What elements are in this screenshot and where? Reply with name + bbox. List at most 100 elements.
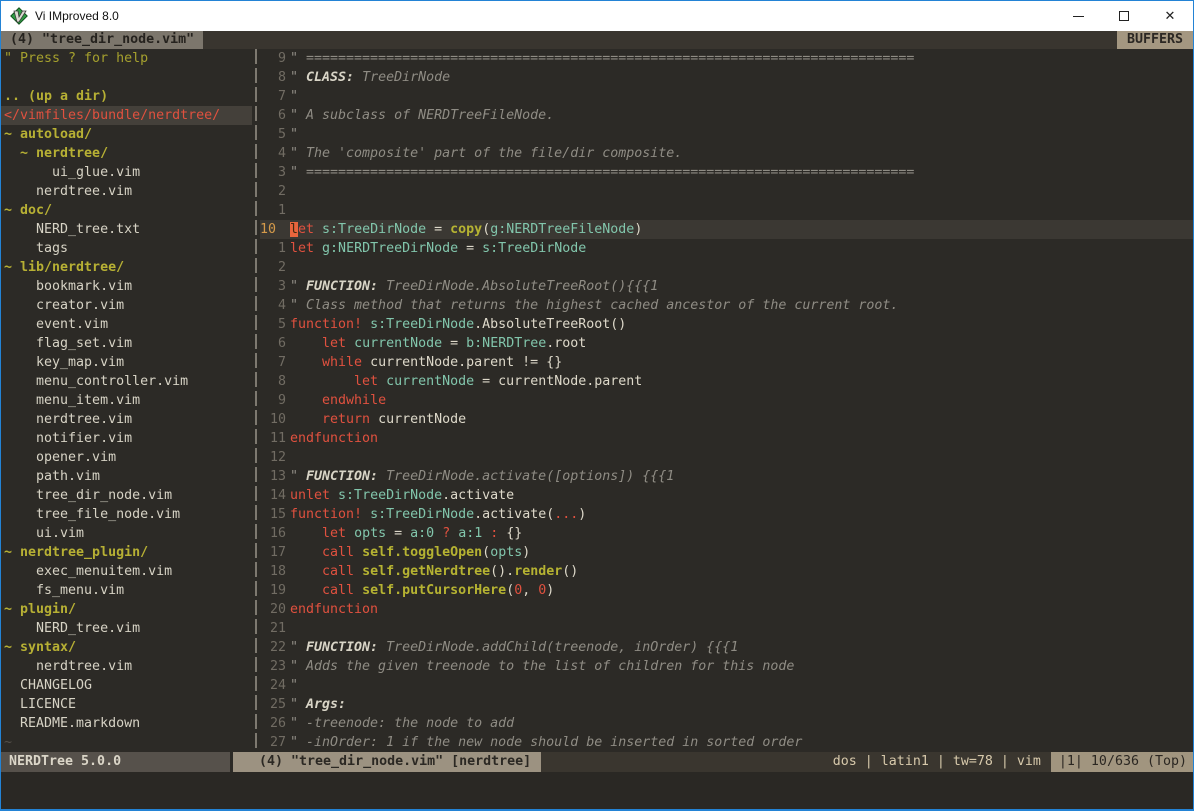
code-line[interactable]: 5function! s:TreeDirNode.AbsoluteTreeRoo… <box>260 315 1193 334</box>
code-line[interactable]: 11endfunction <box>260 429 1193 448</box>
code-line[interactable]: 9 endwhile <box>260 391 1193 410</box>
line-text: endwhile <box>290 391 1193 410</box>
line-number: 4 <box>260 144 286 163</box>
tree-item[interactable]: nerdtree.vim <box>4 182 252 201</box>
tree-item[interactable]: event.vim <box>4 315 252 334</box>
tree-item[interactable]: </vimfiles/bundle/nerdtree/ <box>1 106 252 125</box>
tree-item[interactable]: nerdtree.vim <box>4 657 252 676</box>
line-text <box>290 201 1193 220</box>
code-line[interactable]: 3" FUNCTION: TreeDirNode.AbsoluteTreeRoo… <box>260 277 1193 296</box>
line-text <box>290 258 1193 277</box>
tree-item[interactable]: tree_dir_node.vim <box>4 486 252 505</box>
code-line[interactable]: 4" The 'composite' part of the file/dir … <box>260 144 1193 163</box>
code-line[interactable]: 17 call self.toggleOpen(opts) <box>260 543 1193 562</box>
code-line[interactable]: 7" <box>260 87 1193 106</box>
line-number: 18 <box>260 562 286 581</box>
line-text: " FUNCTION: TreeDirNode.activate([option… <box>290 467 1193 486</box>
tree-item[interactable]: nerdtree.vim <box>4 410 252 429</box>
line-text: function! s:TreeDirNode.AbsoluteTreeRoot… <box>290 315 1193 334</box>
tree-item[interactable]: ui.vim <box>4 524 252 543</box>
line-number: 4 <box>260 296 286 315</box>
line-number: 5 <box>260 315 286 334</box>
close-button[interactable]: ✕ <box>1147 1 1193 31</box>
line-text: call self.toggleOpen(opts) <box>290 543 1193 562</box>
code-line[interactable]: 25" Args: <box>260 695 1193 714</box>
minimize-button[interactable] <box>1055 1 1101 31</box>
line-text: " <box>290 125 1193 144</box>
code-line[interactable]: 26" -treenode: the node to add <box>260 714 1193 733</box>
code-line[interactable]: 6" A subclass of NERDTreeFileNode. <box>260 106 1193 125</box>
tree-item[interactable]: NERD_tree.txt <box>4 220 252 239</box>
code-line[interactable]: 15function! s:TreeDirNode.activate(...) <box>260 505 1193 524</box>
code-line[interactable]: 10 return currentNode <box>260 410 1193 429</box>
tree-item[interactable]: ~ plugin/ <box>4 600 252 619</box>
tab-tree-dir-node[interactable]: (4) "tree_dir_node.vim" <box>1 31 203 49</box>
tree-item[interactable]: ~ nerdtree/ <box>4 144 252 163</box>
code-line[interactable]: 21 <box>260 619 1193 638</box>
code-line[interactable]: 23" Adds the given treenode to the list … <box>260 657 1193 676</box>
tree-item[interactable]: tree_file_node.vim <box>4 505 252 524</box>
tree-item[interactable]: " Press ? for help <box>4 49 252 68</box>
line-number: 17 <box>260 543 286 562</box>
tree-item[interactable]: LICENCE <box>4 695 252 714</box>
tree-item[interactable]: opener.vim <box>4 448 252 467</box>
code-line[interactable]: 22" FUNCTION: TreeDirNode.addChild(treen… <box>260 638 1193 657</box>
code-line[interactable]: 19 call self.putCursorHere(0, 0) <box>260 581 1193 600</box>
window-split-separator[interactable] <box>252 49 260 752</box>
tree-item[interactable]: ui_glue.vim <box>4 163 252 182</box>
tree-item[interactable]: menu_controller.vim <box>4 372 252 391</box>
tree-item[interactable]: menu_item.vim <box>4 391 252 410</box>
line-text: " -inOrder: 1 if the new node should be … <box>290 733 1193 752</box>
tree-item[interactable]: notifier.vim <box>4 429 252 448</box>
tree-item[interactable]: ~ syntax/ <box>4 638 252 657</box>
tree-item[interactable]: fs_menu.vim <box>4 581 252 600</box>
tree-item[interactable]: ~ nerdtree_plugin/ <box>4 543 252 562</box>
line-text: endfunction <box>290 600 1193 619</box>
code-line[interactable]: 9" =====================================… <box>260 49 1193 68</box>
tree-item[interactable]: key_map.vim <box>4 353 252 372</box>
code-line[interactable]: 6 let currentNode = b:NERDTree.root <box>260 334 1193 353</box>
code-line-current[interactable]: 10let s:TreeDirNode = copy(g:NERDTreeFil… <box>260 220 1193 239</box>
line-number: 26 <box>260 714 286 733</box>
code-line[interactable]: 20endfunction <box>260 600 1193 619</box>
tree-item[interactable]: ~ autoload/ <box>4 125 252 144</box>
tabline-fill <box>203 31 1117 49</box>
tree-item[interactable]: ~ doc/ <box>4 201 252 220</box>
code-line[interactable]: 16 let opts = a:0 ? a:1 : {} <box>260 524 1193 543</box>
tree-item[interactable]: creator.vim <box>4 296 252 315</box>
tree-item[interactable]: .. (up a dir) <box>4 87 252 106</box>
code-line[interactable]: 7 while currentNode.parent != {} <box>260 353 1193 372</box>
code-line[interactable]: 13" FUNCTION: TreeDirNode.activate([opti… <box>260 467 1193 486</box>
code-line[interactable]: 14unlet s:TreeDirNode.activate <box>260 486 1193 505</box>
tree-item[interactable]: ~ lib/nerdtree/ <box>4 258 252 277</box>
tree-item[interactable]: tags <box>4 239 252 258</box>
code-line[interactable]: 12 <box>260 448 1193 467</box>
tree-item[interactable]: NERD_tree.vim <box>4 619 252 638</box>
line-number: 10 <box>260 220 286 239</box>
maximize-button[interactable] <box>1101 1 1147 31</box>
code-line[interactable]: 5" <box>260 125 1193 144</box>
tree-item[interactable]: exec_menuitem.vim <box>4 562 252 581</box>
minimize-icon <box>1073 16 1084 17</box>
tree-filler-row <box>4 68 252 87</box>
tree-item[interactable]: bookmark.vim <box>4 277 252 296</box>
code-line[interactable]: 4" Class method that returns the highest… <box>260 296 1193 315</box>
command-line[interactable] <box>1 772 1193 809</box>
tree-item[interactable]: path.vim <box>4 467 252 486</box>
tree-item[interactable]: flag_set.vim <box>4 334 252 353</box>
code-line[interactable]: 3" =====================================… <box>260 163 1193 182</box>
code-line[interactable]: 27" -inOrder: 1 if the new node should b… <box>260 733 1193 752</box>
code-line[interactable]: 2 <box>260 182 1193 201</box>
code-line[interactable]: 24" <box>260 676 1193 695</box>
code-line[interactable]: 1let g:NERDTreeDirNode = s:TreeDirNode <box>260 239 1193 258</box>
tree-item[interactable]: README.markdown <box>4 714 252 733</box>
tree-item[interactable]: CHANGELOG <box>4 676 252 695</box>
code-line[interactable]: 8" CLASS: TreeDirNode <box>260 68 1193 87</box>
line-text: " Adds the given treenode to the list of… <box>290 657 1193 676</box>
code-line[interactable]: 2 <box>260 258 1193 277</box>
line-number: 24 <box>260 676 286 695</box>
code-line[interactable]: 1 <box>260 201 1193 220</box>
line-number: 27 <box>260 733 286 752</box>
code-line[interactable]: 18 call self.getNerdtree().render() <box>260 562 1193 581</box>
code-line[interactable]: 8 let currentNode = currentNode.parent <box>260 372 1193 391</box>
